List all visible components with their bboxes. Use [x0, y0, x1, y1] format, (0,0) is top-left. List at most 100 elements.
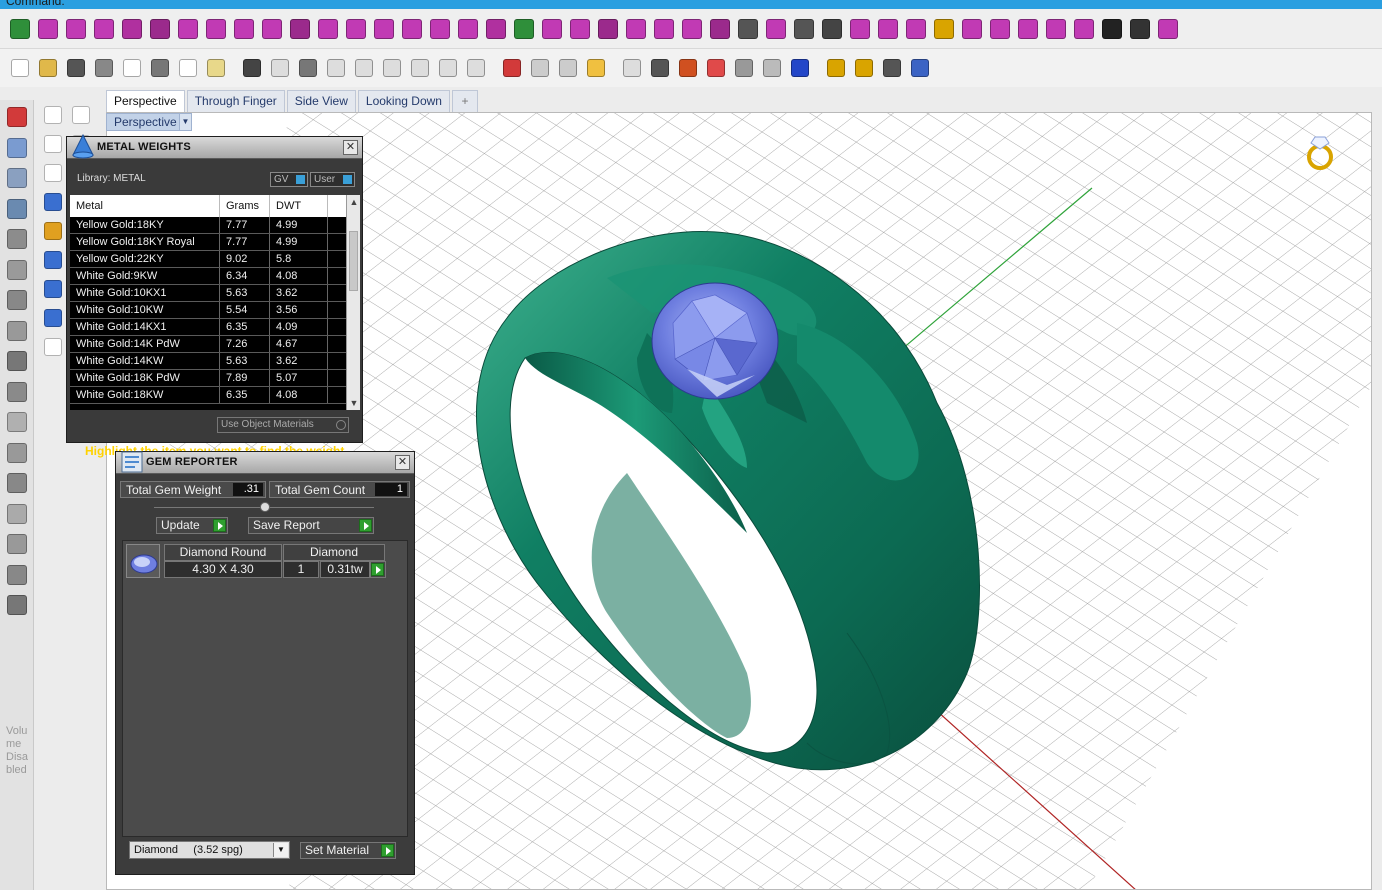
chain-button[interactable]: [678, 15, 706, 43]
pan-hand-button[interactable]: [266, 54, 294, 82]
render-sphere-button[interactable]: [758, 54, 786, 82]
nodes-button[interactable]: [4, 196, 30, 222]
rotate-button[interactable]: [202, 15, 230, 43]
book-button[interactable]: [1014, 15, 1042, 43]
material-select[interactable]: Diamond (3.52 spg) ▼: [129, 841, 290, 859]
scroll-up-icon[interactable]: ▲: [347, 195, 361, 209]
table-row[interactable]: White Gold:10KX1 5.63 3.62: [70, 285, 346, 302]
column-header-metal[interactable]: Metal: [70, 195, 220, 217]
metal-weights-table[interactable]: Metal Grams DWT Yellow Gold:18KY 7.77 4.99…: [70, 195, 346, 410]
person-button[interactable]: [4, 562, 30, 588]
setting-button[interactable]: [622, 15, 650, 43]
arc-tool-button[interactable]: [40, 160, 66, 186]
gear-magenta-button[interactable]: [1154, 15, 1182, 43]
metal-weights-titlebar[interactable]: METAL WEIGHTS ✕: [67, 133, 362, 159]
gem-row-action-button[interactable]: [370, 561, 386, 578]
polyline-tool-button[interactable]: [40, 131, 66, 157]
dimension-button[interactable]: [878, 54, 906, 82]
points-button[interactable]: [582, 54, 610, 82]
diamond-shape-button[interactable]: [874, 15, 902, 43]
tab-looking-down[interactable]: Looking Down: [357, 90, 450, 112]
table-row[interactable]: Yellow Gold:22KY 9.02 5.8: [70, 251, 346, 268]
pen-tool-button[interactable]: [822, 54, 850, 82]
gem-reporter-titlebar[interactable]: GEM REPORTER ✕: [116, 451, 414, 474]
stop-button[interactable]: [4, 104, 30, 130]
scroll-thumb[interactable]: [349, 231, 358, 291]
help-button[interactable]: [906, 54, 934, 82]
update-button[interactable]: Update: [156, 517, 228, 534]
diamond-gem[interactable]: [651, 282, 779, 400]
gem-button[interactable]: [426, 15, 454, 43]
table-row[interactable]: White Gold:10KW 5.54 3.56: [70, 302, 346, 319]
new-file-button[interactable]: [6, 54, 34, 82]
band-button[interactable]: [706, 15, 734, 43]
open-folder-button[interactable]: [34, 54, 62, 82]
close-icon[interactable]: ✕: [395, 455, 410, 470]
branch-button[interactable]: [846, 15, 874, 43]
bail-button[interactable]: [370, 15, 398, 43]
shade-sphere-button[interactable]: [730, 54, 758, 82]
undo-button[interactable]: [238, 54, 266, 82]
prong-button[interactable]: [342, 15, 370, 43]
light-bulb-button[interactable]: [618, 54, 646, 82]
text-tool-button[interactable]: [40, 276, 66, 302]
gear-tool-button[interactable]: [40, 218, 66, 244]
table-row[interactable]: Yellow Gold:18KY Royal 7.77 4.99: [70, 234, 346, 251]
tab-side-view[interactable]: Side View: [286, 90, 356, 112]
box-side-button[interactable]: [4, 287, 30, 313]
viewport-title-menu[interactable]: Perspective ▼: [106, 113, 192, 131]
table-row[interactable]: White Gold:14KW 5.63 3.62: [70, 353, 346, 370]
selected-box-button[interactable]: [4, 531, 30, 557]
camera-button[interactable]: [526, 54, 554, 82]
shield-button[interactable]: [314, 15, 342, 43]
gem-list[interactable]: Diamond Round Diamond 4.30 X 4.30 1 0.31…: [122, 540, 408, 837]
rotate-view-button[interactable]: [434, 54, 462, 82]
wrench-button[interactable]: [4, 501, 30, 527]
gear-magenta-button[interactable]: [4, 592, 30, 618]
cut-button[interactable]: [146, 54, 174, 82]
tile-button[interactable]: [1042, 15, 1070, 43]
blue-sphere-button[interactable]: [786, 54, 814, 82]
cube-magenta-button[interactable]: [34, 15, 62, 43]
user-toggle[interactable]: User: [310, 172, 355, 187]
array-button[interactable]: [594, 15, 622, 43]
tab-perspective[interactable]: Perspective: [106, 90, 185, 112]
table-row[interactable]: White Gold:18K PdW 7.89 5.07: [70, 370, 346, 387]
box-iso-button[interactable]: [4, 348, 30, 374]
splitter-handle-icon[interactable]: [260, 502, 270, 512]
brush-button[interactable]: [4, 409, 30, 435]
target-button[interactable]: [902, 15, 930, 43]
gem-row[interactable]: Diamond Round Diamond 4.30 X 4.30 1 0.31…: [126, 544, 386, 578]
add-viewport-tab-button[interactable]: +: [451, 90, 478, 112]
point-tool-button[interactable]: [68, 102, 94, 128]
lock-button[interactable]: [646, 54, 674, 82]
stone-button[interactable]: [454, 15, 482, 43]
box-button[interactable]: [62, 15, 90, 43]
tile-grid-button[interactable]: [1070, 15, 1098, 43]
boolean-tool-button[interactable]: [40, 247, 66, 273]
cube-dark-button[interactable]: [1126, 15, 1154, 43]
material-button[interactable]: [674, 54, 702, 82]
checkbox-button[interactable]: [510, 15, 538, 43]
curve-tool-button[interactable]: [90, 15, 118, 43]
save-button[interactable]: [62, 54, 90, 82]
globe-button[interactable]: [4, 165, 30, 191]
pen-button[interactable]: [174, 15, 202, 43]
color-wheel-button[interactable]: [702, 54, 730, 82]
column-header-dwt[interactable]: DWT: [270, 195, 328, 217]
properties-button[interactable]: [118, 54, 146, 82]
cluster-button[interactable]: [790, 15, 818, 43]
move-button[interactable]: [294, 54, 322, 82]
table-row[interactable]: Yellow Gold:18KY 7.77 4.99: [70, 217, 346, 234]
link-button[interactable]: [258, 15, 286, 43]
osnap-button[interactable]: [554, 54, 582, 82]
box-top-button[interactable]: [4, 318, 30, 344]
ortho-button[interactable]: [4, 440, 30, 466]
chevron-down-icon[interactable]: ▼: [179, 114, 191, 130]
save-report-button[interactable]: Save Report: [248, 517, 374, 534]
nodes-button[interactable]: [230, 15, 258, 43]
column-header-grams[interactable]: Grams: [220, 195, 270, 217]
snap-grid-button[interactable]: [4, 379, 30, 405]
print-button[interactable]: [90, 54, 118, 82]
comb-button[interactable]: [986, 15, 1014, 43]
